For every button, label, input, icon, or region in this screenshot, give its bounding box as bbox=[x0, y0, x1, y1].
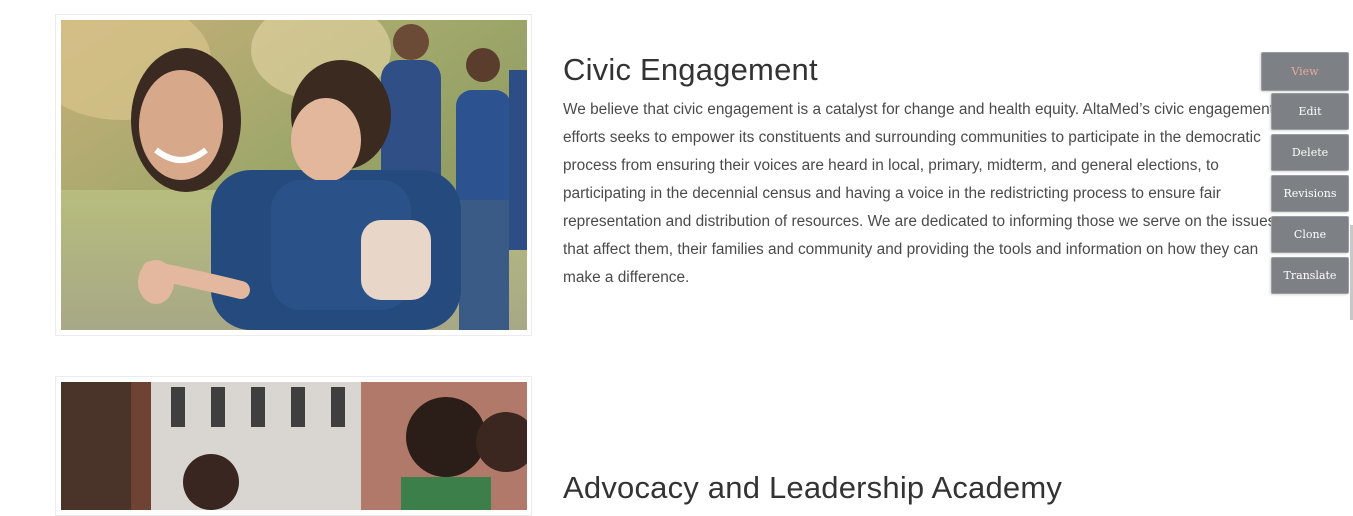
section-body-civic-engagement: We believe that civic engagement is a ca… bbox=[563, 101, 1276, 286]
clone-button[interactable]: Clone bbox=[1271, 216, 1349, 253]
section-title-civic-engagement: Civic Engagement bbox=[563, 52, 818, 87]
translate-button[interactable]: Translate bbox=[1271, 257, 1349, 294]
civic-engagement-image bbox=[55, 14, 532, 336]
photo-illustration bbox=[61, 382, 527, 510]
section-title-advocacy-academy: Advocacy and Leadership Academy bbox=[563, 470, 1063, 505]
civic-engagement-photo bbox=[61, 20, 527, 330]
photo-illustration bbox=[61, 20, 527, 330]
advocacy-academy-image bbox=[55, 376, 532, 516]
delete-button[interactable]: Delete bbox=[1271, 134, 1349, 171]
revisions-button[interactable]: Revisions bbox=[1271, 175, 1349, 212]
advocacy-academy-photo bbox=[61, 382, 527, 510]
view-button[interactable]: View bbox=[1261, 52, 1349, 91]
edit-button[interactable]: Edit bbox=[1271, 93, 1349, 130]
